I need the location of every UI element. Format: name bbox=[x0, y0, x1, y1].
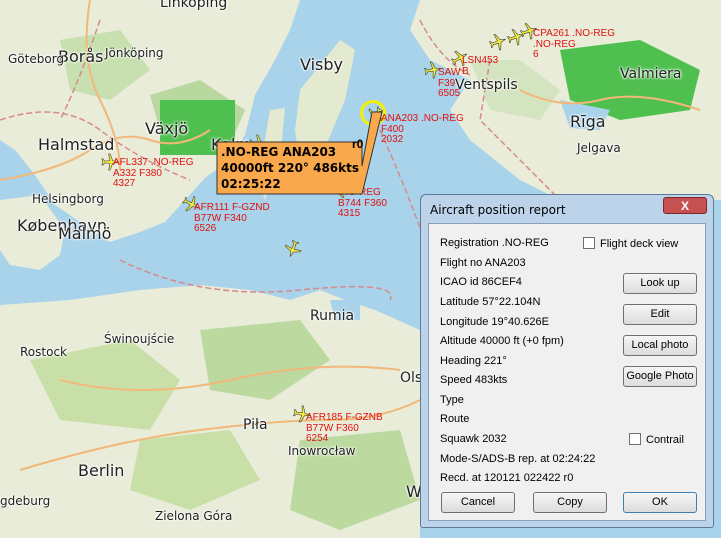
city-malmo: Malmö bbox=[58, 224, 112, 243]
tooltip-line2: 40000ft 220° 486kts bbox=[221, 161, 360, 175]
city-visby: Visby bbox=[300, 55, 343, 74]
contrail-checkbox[interactable]: Contrail bbox=[629, 433, 684, 446]
tooltip-marker: r0 bbox=[352, 137, 364, 151]
dialog-body: Registration .NO-REG Flight no ANA203 IC… bbox=[428, 223, 706, 521]
field-latitude: Latitude 57°22.104N bbox=[440, 296, 541, 308]
city-jonkoping: Jönköping bbox=[105, 46, 164, 60]
field-icao-id: ICAO id 86CEF4 bbox=[440, 276, 522, 288]
city-zielona-gora: Zielona Góra bbox=[155, 509, 233, 523]
field-squawk: Squawk 2032 bbox=[440, 433, 507, 445]
tooltip-line1: .NO-REG ANA203 bbox=[221, 145, 337, 159]
field-flight-no: Flight no ANA203 bbox=[440, 257, 526, 269]
dialog-title: Aircraft position report bbox=[430, 203, 566, 217]
city-rostock: Rostock bbox=[20, 345, 67, 359]
city-swinoujscie: Świnoujście bbox=[104, 332, 175, 346]
tooltip-line3: 02:25:22 bbox=[221, 177, 281, 191]
aircraft-tooltip: .NO-REG ANA203 40000ft 220° 486kts 02:25… bbox=[216, 111, 383, 195]
aircraft-label: SAW F39 6505 bbox=[438, 67, 461, 99]
city-goteborg: Göteborg bbox=[8, 52, 65, 66]
field-speed: Speed 483kts bbox=[440, 374, 508, 386]
city-valmiera: Valmiera bbox=[620, 66, 682, 82]
city-vaxjo: Växjö bbox=[145, 119, 189, 138]
field-registration: Registration .NO-REG bbox=[440, 237, 549, 249]
city-pila: Piła bbox=[243, 417, 268, 433]
city-helsingborg: Helsingborg bbox=[32, 192, 104, 206]
city-halmstad: Halmstad bbox=[38, 135, 115, 154]
field-mode-s: Mode-S/ADS-B rep. at 02:24:22 bbox=[440, 453, 596, 465]
copy-button[interactable]: Copy bbox=[533, 492, 607, 513]
aircraft-label: ANA203 .NO-REG F400 2032 bbox=[381, 113, 464, 145]
field-longitude: Longitude 19°40.626E bbox=[440, 316, 549, 328]
aircraft-icon[interactable] bbox=[488, 33, 507, 51]
aircraft-label: LSN453 B bbox=[462, 55, 499, 77]
city-berlin: Berlin bbox=[78, 461, 125, 480]
cancel-button[interactable]: Cancel bbox=[441, 492, 515, 513]
local-photo-button[interactable]: Local photo bbox=[623, 335, 697, 356]
city-riga: Rīga bbox=[570, 112, 606, 131]
look-up-button[interactable]: Look up bbox=[623, 273, 697, 294]
close-button[interactable]: X bbox=[663, 197, 707, 214]
field-altitude: Altitude 40000 ft (+0 fpm) bbox=[440, 335, 564, 347]
aircraft-position-report-dialog: Aircraft position report X Registration … bbox=[420, 194, 714, 528]
contrail-label: Contrail bbox=[646, 434, 684, 446]
city-olsztyn: Ols bbox=[400, 370, 423, 386]
field-type: Type bbox=[440, 394, 464, 406]
close-icon: X bbox=[680, 199, 689, 213]
aircraft-label: CPA261 .NO-REG .NO-REG 6 bbox=[533, 28, 616, 60]
ok-button[interactable]: OK bbox=[623, 492, 697, 513]
city-jelgava: Jelgava bbox=[577, 141, 621, 155]
city-ventspils: Ventspils bbox=[455, 77, 518, 93]
google-photo-button[interactable]: Google Photo bbox=[623, 366, 697, 387]
flight-deck-view-label: Flight deck view bbox=[600, 238, 679, 250]
flight-deck-view-checkbox[interactable]: Flight deck view bbox=[583, 237, 678, 250]
city-rumia: Rumia bbox=[310, 308, 355, 324]
city-magdeburg: gdeburg bbox=[0, 494, 51, 508]
city-boras: Borås bbox=[58, 47, 104, 66]
field-recd: Recd. at 120121 022422 r0 bbox=[440, 472, 574, 484]
aircraft-icon[interactable] bbox=[284, 239, 302, 258]
city-inowroclaw: Inowrocław bbox=[288, 444, 356, 458]
aircraft-label: AFL337 .NO-REG A332 F380 4327 bbox=[113, 157, 194, 189]
edit-button[interactable]: Edit bbox=[623, 304, 697, 325]
city-linkoping: Linköping bbox=[160, 0, 228, 11]
field-heading: Heading 221° bbox=[440, 355, 507, 367]
field-route: Route bbox=[440, 413, 470, 425]
aircraft-label: AFR185 F-GZNB B77W F360 6254 bbox=[306, 412, 383, 444]
